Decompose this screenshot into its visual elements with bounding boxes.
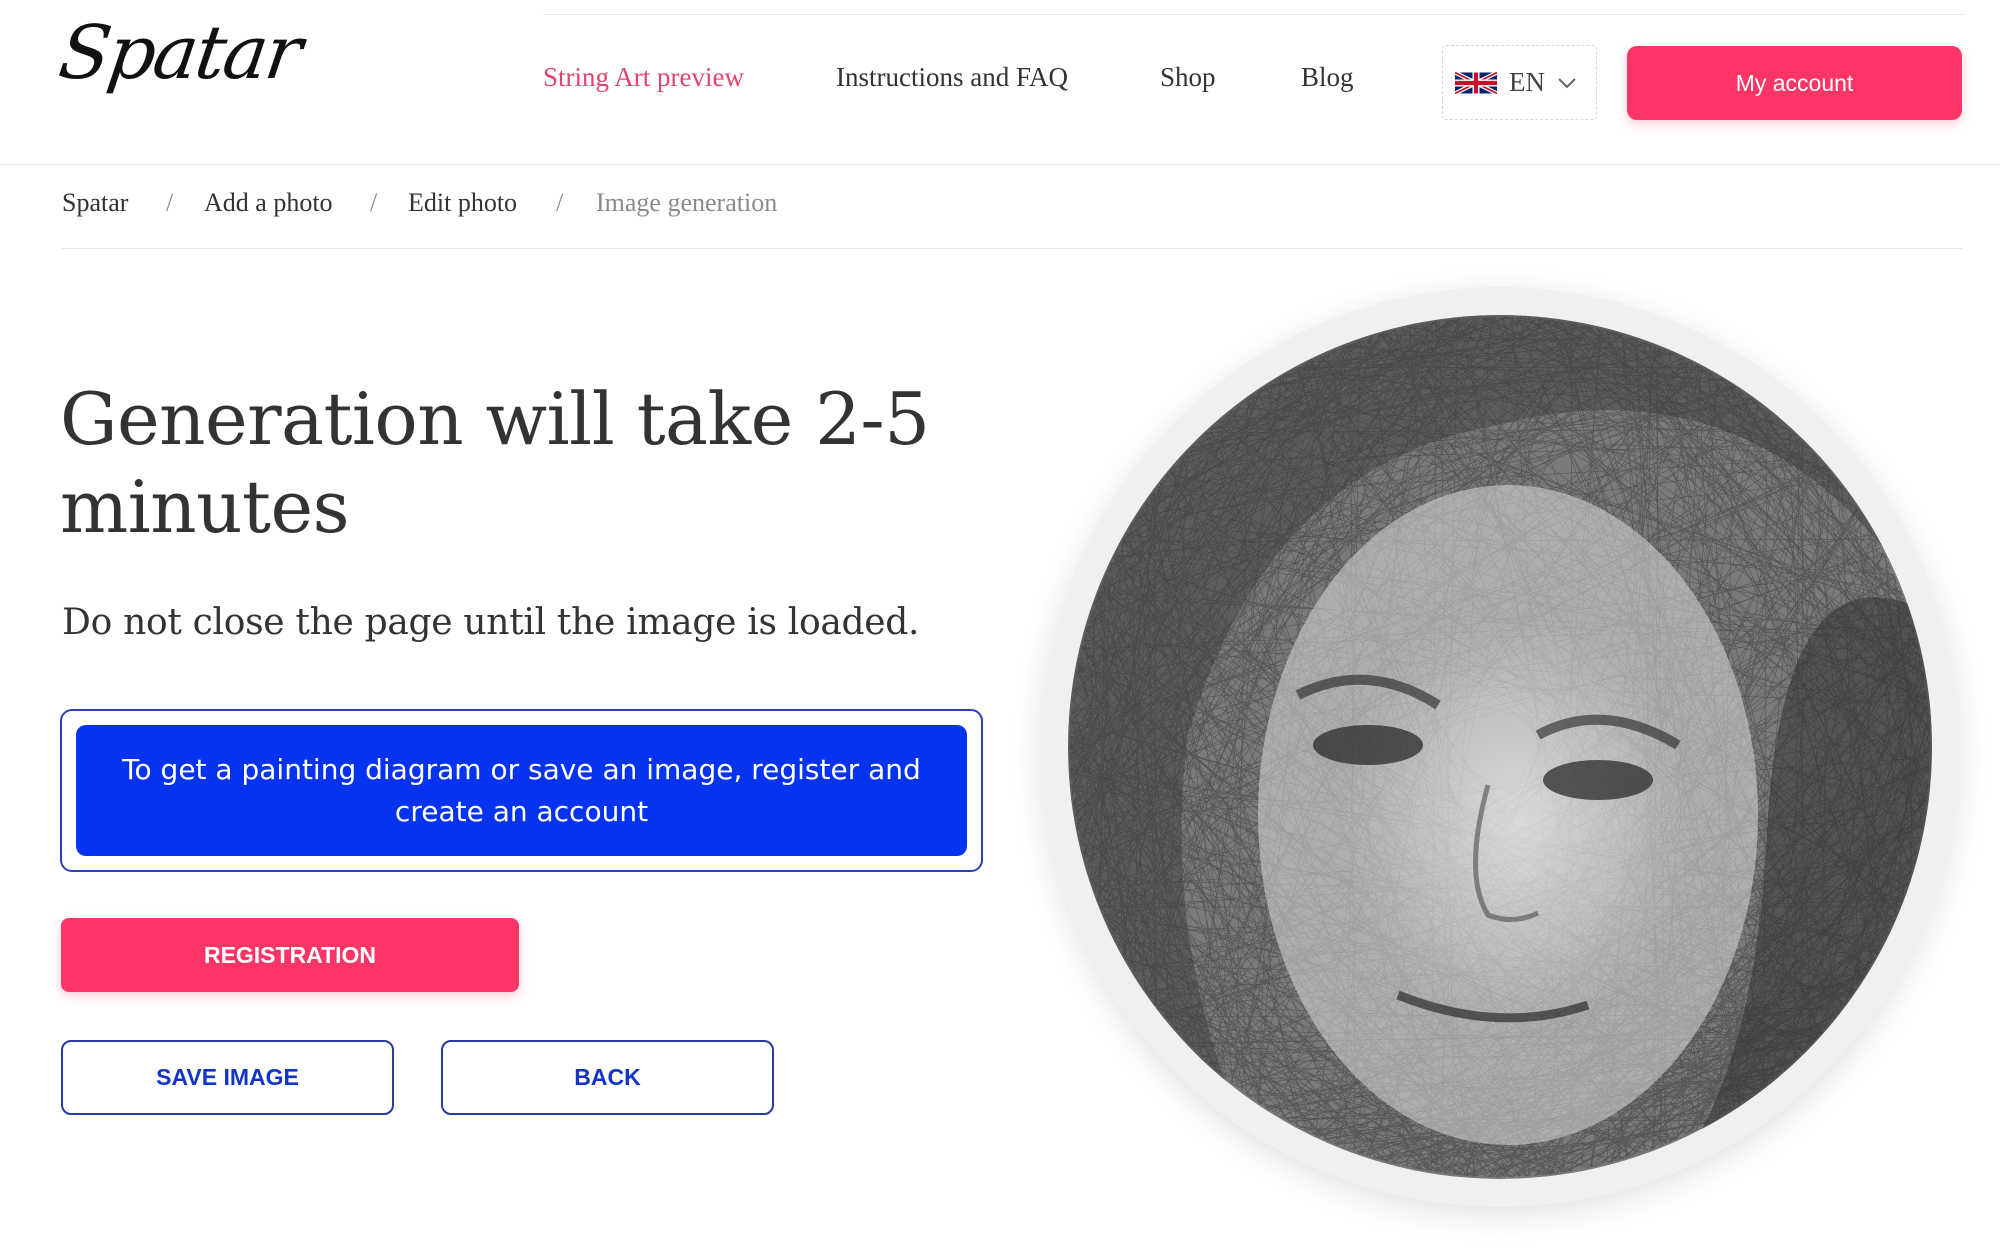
nav-item-instructions-faq[interactable]: Instructions and FAQ: [836, 62, 1068, 93]
breadcrumb-separator: /: [370, 188, 378, 217]
string-art-image: [1068, 315, 1932, 1179]
page-title: Generation will take 2-5 minutes: [60, 377, 930, 549]
breadcrumb-item-add-photo[interactable]: Add a photo: [204, 188, 333, 218]
string-art-portrait: [1068, 315, 1932, 1179]
nav-item-shop[interactable]: Shop: [1160, 62, 1216, 93]
uk-flag-icon: [1455, 70, 1497, 95]
page-subtitle: Do not close the page until the image is…: [62, 602, 920, 643]
breadcrumb-item-edit-photo[interactable]: Edit photo: [408, 188, 517, 218]
breadcrumb-separator: /: [556, 188, 564, 217]
register-notice-text: To get a painting diagram or save an ima…: [76, 725, 967, 856]
back-button[interactable]: BACK: [441, 1040, 774, 1115]
language-code: EN: [1509, 67, 1545, 97]
logo-text: Spatar: [53, 10, 306, 96]
registration-button[interactable]: REGISTRATION: [61, 918, 519, 992]
header-divider: [543, 14, 1963, 15]
register-notice: To get a painting diagram or save an ima…: [60, 709, 983, 872]
breadcrumb-item-spatar[interactable]: Spatar: [62, 188, 128, 218]
breadcrumb-divider: [62, 248, 1962, 249]
logo[interactable]: Spatar: [54, 10, 320, 130]
string-art-frame: [1040, 287, 1960, 1207]
breadcrumb-item-image-generation: Image generation: [596, 188, 778, 217]
site-header: Spatar String Art preview Instructions a…: [0, 0, 2000, 165]
chevron-down-icon: [1558, 77, 1576, 88]
breadcrumb-separator: /: [166, 188, 174, 217]
my-account-button[interactable]: My account: [1627, 46, 1962, 120]
language-selector[interactable]: EN: [1442, 45, 1597, 120]
save-image-button[interactable]: SAVE IMAGE: [61, 1040, 394, 1115]
nav-item-string-art-preview[interactable]: String Art preview: [543, 62, 744, 93]
nav-item-blog[interactable]: Blog: [1301, 62, 1354, 93]
